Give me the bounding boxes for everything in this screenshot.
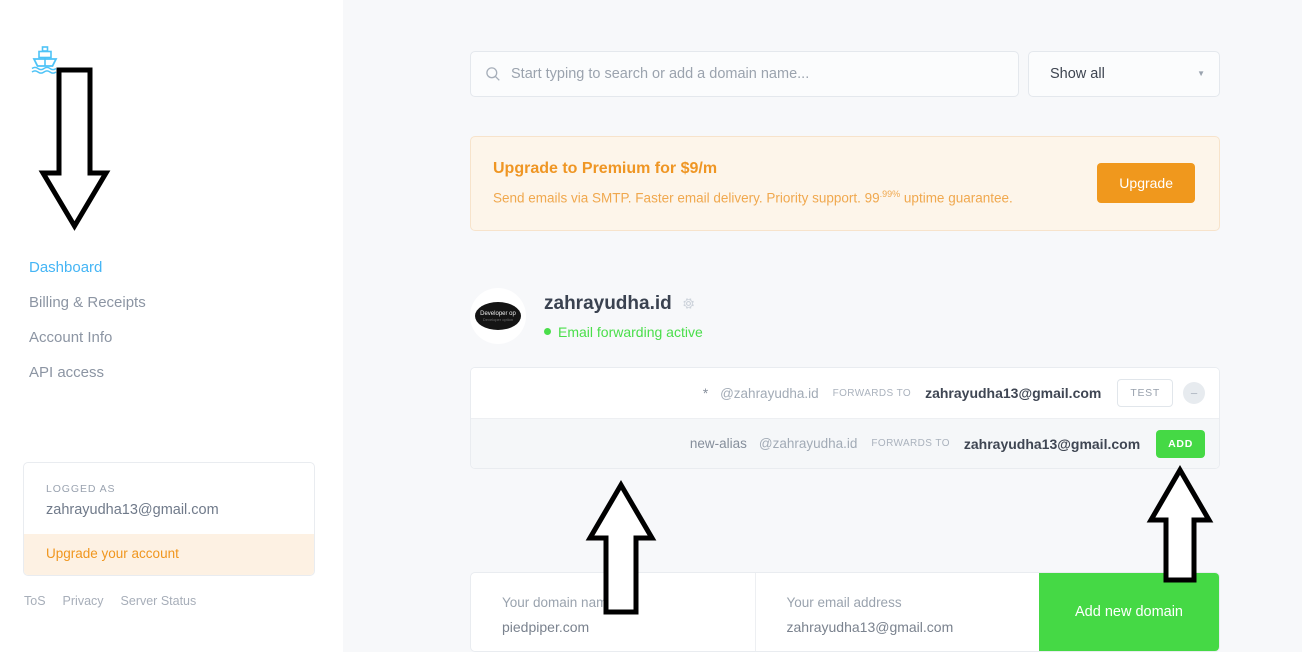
upgrade-account-link[interactable]: Upgrade your account (46, 546, 179, 561)
new-alias-actions: ADD (1156, 429, 1205, 458)
upgrade-banner: Upgrade to Premium for $9/m Send emails … (470, 136, 1220, 231)
new-alias-name-input[interactable]: new-alias (690, 436, 747, 451)
alias-target[interactable]: zahrayudha13@gmail.com (925, 385, 1101, 401)
table-row: * @zahrayudha.id FORWARDS TO zahrayudha1… (471, 368, 1219, 418)
alias-name[interactable]: * (703, 386, 708, 401)
upgrade-banner-subtitle-after: uptime guarantee. (900, 190, 1013, 206)
new-alias-domain: @zahrayudha.id (758, 436, 858, 451)
sidebar-item-account-info[interactable]: Account Info (29, 320, 309, 355)
chevron-down-icon: ▼ (1197, 69, 1205, 78)
sidebar-item-api-access[interactable]: API access (29, 355, 309, 390)
app-root: Dashboard Billing & Receipts Account Inf… (0, 0, 1302, 652)
avatar: Developer op Developer option (470, 288, 526, 344)
search-icon (486, 67, 500, 81)
status-badge: Email forwarding active (558, 323, 703, 340)
upgrade-button[interactable]: Upgrade (1097, 162, 1195, 203)
new-alias-forwards-label: FORWARDS TO (871, 438, 950, 449)
email-address-field[interactable]: Your email address (754, 573, 1040, 651)
domain-name-label: Your domain name (502, 595, 615, 610)
domain-header: Developer op Developer option zahrayudha… (470, 288, 703, 344)
email-address-input[interactable] (786, 619, 1027, 635)
toolbar: Show all ▼ (470, 51, 1220, 97)
logged-as-label: LOGGED AS (46, 483, 116, 495)
status-dot-icon (544, 328, 551, 335)
avatar-line2: Developer option (482, 316, 514, 322)
avatar-oval: Developer op Developer option (475, 302, 521, 330)
alias-actions: TEST − (1117, 379, 1205, 407)
sidebar: Dashboard Billing & Receipts Account Inf… (0, 0, 343, 652)
brand-logo[interactable] (28, 44, 62, 78)
new-alias-target-input[interactable]: zahrayudha13@gmail.com (964, 436, 1140, 452)
logged-as-card: LOGGED AS zahrayudha13@gmail.com Upgrade… (23, 462, 315, 576)
upgrade-banner-uptime-sup: .99% (879, 189, 901, 199)
upgrade-banner-subtitle-before: Send emails via SMTP. Faster email deliv… (493, 190, 880, 206)
sidebar-nav: Dashboard Billing & Receipts Account Inf… (29, 250, 309, 390)
footer-link-server-status[interactable]: Server Status (121, 594, 197, 608)
upgrade-banner-text: Upgrade to Premium for $9/m Send emails … (493, 160, 1013, 206)
alias-domain: @zahrayudha.id (720, 385, 819, 401)
upgrade-banner-title: Upgrade to Premium for $9/m (493, 160, 718, 177)
logged-as-info: LOGGED AS zahrayudha13@gmail.com (24, 463, 314, 534)
domain-name: zahrayudha.id (544, 292, 672, 314)
table-row: new-alias @zahrayudha.id FORWARDS TO zah… (471, 418, 1219, 468)
domain-header-text: zahrayudha.id Email forwarding active (544, 293, 703, 340)
search-box[interactable] (470, 51, 1019, 97)
filter-select-label: Show all (1050, 66, 1105, 82)
sidebar-item-billing-receipts[interactable]: Billing & Receipts (29, 285, 309, 320)
domain-status: Email forwarding active (544, 324, 703, 340)
domain-name-field[interactable]: Your domain name (471, 573, 755, 651)
email-address-label: Your email address (786, 595, 902, 610)
sidebar-footer-links: ToS Privacy Server Status (24, 594, 196, 608)
footer-link-tos[interactable]: ToS (24, 594, 46, 608)
logged-as-email: zahrayudha13@gmail.com (46, 502, 219, 518)
alias-forwards-label: FORWARDS TO (832, 387, 912, 399)
alias-list: * @zahrayudha.id FORWARDS TO zahrayudha1… (470, 367, 1220, 469)
domain-name-input[interactable] (502, 619, 742, 635)
upgrade-account-row[interactable]: Upgrade your account (24, 534, 314, 575)
gear-icon[interactable] (681, 296, 696, 311)
sidebar-item-dashboard[interactable]: Dashboard (29, 250, 309, 285)
avatar-line1: Developer op (480, 310, 516, 317)
test-button[interactable]: TEST (1117, 379, 1173, 407)
search-input[interactable] (511, 66, 1004, 82)
add-alias-button[interactable]: ADD (1156, 429, 1205, 458)
footer-link-privacy[interactable]: Privacy (63, 594, 104, 608)
ship-logo-icon (31, 46, 58, 74)
add-domain-form: Your domain name Your email address Add … (470, 572, 1220, 652)
add-new-domain-button[interactable]: Add new domain (1039, 573, 1219, 651)
upgrade-banner-subtitle: Send emails via SMTP. Faster email deliv… (493, 189, 1013, 206)
main-content: Show all ▼ Upgrade to Premium for $9/m S… (343, 0, 1302, 652)
domain-name-row: zahrayudha.id (544, 293, 703, 315)
filter-select[interactable]: Show all ▼ (1028, 51, 1220, 97)
disable-alias-button[interactable]: − (1183, 382, 1205, 404)
